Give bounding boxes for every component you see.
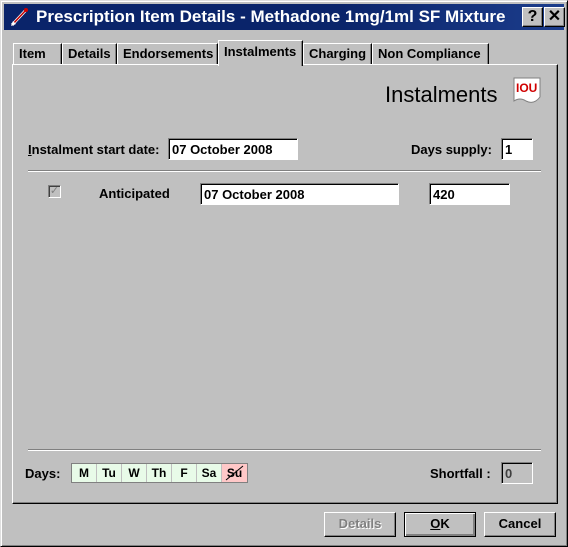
anticipated-checkbox[interactable]: ✓ [48,185,61,198]
title-bar[interactable]: Prescription Item Details - Methadone 1m… [4,4,565,30]
tab-endorsements[interactable]: Endorsements [117,43,218,65]
checkmark-icon: ✓ [49,185,60,197]
instalment-start-date-label: Instalment start date: [28,142,160,157]
anticipated-date-field[interactable]: 07 October 2008 [200,183,399,205]
svg-text:IOU: IOU [516,81,537,95]
instalment-start-date-field[interactable]: 07 October 2008 [168,138,298,160]
iou-icon: IOU [513,77,541,103]
shortfall-field: 0 [501,462,533,484]
days-supply-field[interactable]: 1 [501,138,533,160]
ok-button[interactable]: OK [404,512,476,537]
day-monday[interactable]: M [72,464,97,482]
day-saturday[interactable]: Sa [197,464,222,482]
dialog-window: Prescription Item Details - Methadone 1m… [0,0,568,547]
days-selector: M Tu W Th F Sa Su [71,463,248,483]
prescription-pen-icon [10,8,28,27]
tab-non-compliance[interactable]: Non Compliance [372,43,489,65]
panel-heading: Instalments [385,82,498,107]
day-friday[interactable]: F [172,464,197,482]
day-wednesday[interactable]: W [122,464,147,482]
anticipated-label: Anticipated [99,186,170,201]
details-button[interactable]: Details [324,512,396,537]
day-thursday[interactable]: Th [147,464,172,482]
days-supply-label: Days supply: [411,142,492,157]
window-title: Prescription Item Details - Methadone 1m… [36,7,506,26]
tab-details[interactable]: Details [62,43,117,65]
tab-charging[interactable]: Charging [303,43,372,65]
instalments-panel [12,64,558,504]
shortfall-label: Shortfall : [430,466,491,481]
tab-item[interactable]: Item [13,43,62,65]
day-tuesday[interactable]: Tu [97,464,122,482]
days-label: Days: [25,466,61,481]
separator-bottom [28,449,541,451]
strikethrough-icon [225,465,244,481]
tab-instalments[interactable]: Instalments [218,40,303,66]
cancel-button[interactable]: Cancel [484,512,556,537]
close-icon: ✕ [547,8,562,25]
help-button[interactable]: ? [522,7,543,27]
close-button[interactable]: ✕ [544,7,565,27]
anticipated-quantity-field[interactable]: 420 [429,183,510,205]
separator-top [28,170,541,172]
day-sunday[interactable]: Su [222,464,247,482]
